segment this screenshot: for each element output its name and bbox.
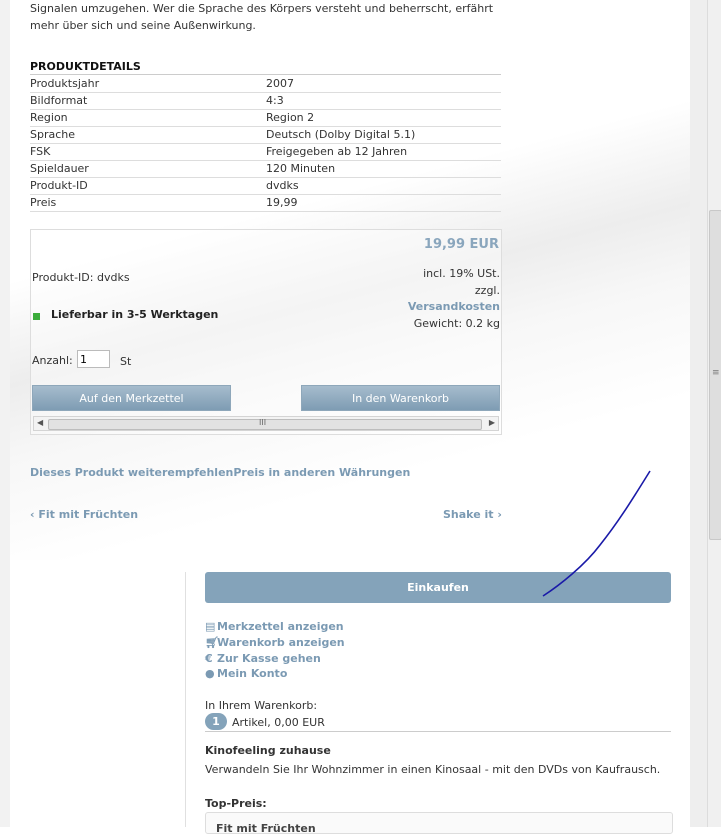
details-value: Deutsch (Dolby Digital 5.1) — [266, 126, 501, 144]
details-key: Bildformat — [30, 92, 266, 110]
details-value: 120 Minuten — [266, 160, 501, 178]
details-row: Produkt-ID dvdks — [30, 177, 501, 195]
details-key: Produktsjahr — [30, 76, 266, 93]
scroll-left-arrow-icon[interactable]: ◀ — [37, 418, 43, 427]
user-icon: ● — [205, 667, 215, 680]
sidebar-item-label: Merkzettel anzeigen — [217, 620, 344, 633]
details-row: Bildformat 4:3 — [30, 92, 501, 110]
details-value: Region 2 — [266, 109, 501, 127]
details-value: Freigegeben ab 12 Jahren — [266, 143, 501, 161]
buy-box: 19,99 EUR Produkt-ID: dvdks incl. 19% US… — [30, 229, 502, 435]
vertical-scrollbar[interactable]: ≡ — [707, 0, 721, 827]
details-key: Preis — [30, 194, 266, 212]
cart-count-badge: 1 — [205, 713, 227, 730]
pen-annotation-stroke — [542, 470, 651, 597]
currencies-link[interactable]: Preis in anderen Währungen — [233, 466, 410, 479]
wishlist-icon: ▤ — [205, 620, 216, 633]
details-row: Region Region 2 — [30, 109, 501, 127]
quantity-unit: St — [120, 355, 132, 368]
details-row: FSK Freigegeben ab 12 Jahren — [30, 143, 501, 161]
details-key: Region — [30, 109, 266, 127]
details-heading: PRODUKTDETAILS — [30, 60, 501, 75]
details-value: 4:3 — [266, 92, 501, 110]
add-to-wishlist-button[interactable]: Auf den Merkzettel — [32, 385, 231, 411]
cart-icon: 🛒︎ — [205, 636, 219, 649]
sidebar-item-label: Warenkorb anzeigen — [217, 636, 345, 649]
details-key: Spieldauer — [30, 160, 266, 178]
quantity-input[interactable] — [77, 350, 110, 368]
euro-icon: € — [205, 652, 213, 665]
shipping-costs-link[interactable]: Versandkosten — [408, 300, 500, 313]
promo-title: Kinofeeling zuhause — [205, 744, 331, 757]
availability: Lieferbar in 3-5 Werktagen — [51, 308, 219, 321]
tax-info: incl. 19% USt. zzgl. — [423, 265, 500, 299]
details-row: Produktsjahr 2007 — [30, 76, 501, 93]
weight: Gewicht: 0.2 kg — [413, 317, 500, 330]
sidebar-item-checkout[interactable]: € Zur Kasse gehen — [205, 652, 321, 665]
promo-text: Verwandeln Sie Ihr Wohnzimmer in einen K… — [205, 763, 661, 776]
tax-text: incl. 19% USt. — [423, 267, 500, 280]
horizontal-scrollbar-thumb[interactable]: III — [48, 418, 482, 430]
top-price-title: Top-Preis: — [205, 797, 267, 810]
details-value: 2007 — [266, 76, 501, 93]
availability-status-icon — [33, 313, 40, 320]
details-table: Produktsjahr 2007 Bildformat 4:3 Region Regio… — [30, 76, 501, 212]
quantity-label: Anzahl: — [32, 354, 73, 367]
scrollbar-grip-icon: ≡ — [712, 368, 720, 378]
scroll-right-arrow-icon[interactable]: ▶ — [489, 418, 495, 427]
sidebar-item-cart[interactable]: 🛒︎Warenkorb anzeigen — [205, 636, 345, 649]
cart-label: In Ihrem Warenkorb: — [205, 699, 318, 712]
top-price-box[interactable]: Fit mit Früchten — [205, 812, 673, 835]
sidebar-divider — [185, 572, 186, 827]
product-actions: Dieses Produkt weiterempfehlenPreis in a… — [30, 466, 410, 479]
page-left-border — [0, 0, 10, 827]
page-right-border — [690, 0, 707, 827]
previous-product-link[interactable]: ‹ Fit mit Früchten — [30, 508, 138, 521]
details-row: Spieldauer 120 Minuten — [30, 160, 501, 178]
sidebar-item-label: Mein Konto — [217, 667, 288, 680]
details-value: 19,99 — [266, 194, 501, 212]
product-description: Signalen umzugehen. Wer die Sprache des … — [30, 0, 500, 34]
zzgl-text: zzgl. — [474, 284, 500, 297]
sidebar-item-label: Zur Kasse gehen — [217, 652, 321, 665]
price: 19,99 EUR — [423, 237, 499, 252]
description-line: Signalen umzugehen. Wer die Sprache des … — [30, 2, 494, 15]
sidebar-item-account[interactable]: ● Mein Konto — [205, 667, 287, 680]
add-to-cart-button[interactable]: In den Warenkorb — [301, 385, 500, 411]
details-key: Sprache — [30, 126, 266, 144]
product-id: Produkt-ID: dvdks — [32, 271, 130, 284]
scrollbar-grip: III — [259, 418, 267, 427]
divider — [205, 731, 671, 732]
details-key: Produkt-ID — [30, 177, 266, 195]
recommend-link[interactable]: Dieses Produkt weiterempfehlen — [30, 466, 233, 479]
description-line: mehr über sich und seine Außenwirkung. — [30, 19, 256, 32]
details-row: Preis 19,99 — [30, 194, 501, 212]
details-value: dvdks — [266, 177, 501, 195]
cart-summary: Artikel, 0,00 EUR — [232, 716, 325, 729]
details-row: Sprache Deutsch (Dolby Digital 5.1) — [30, 126, 501, 144]
scrollbar-thumb[interactable]: ≡ — [709, 210, 721, 540]
horizontal-scrollbar[interactable]: ◀ III ▶ — [33, 416, 499, 431]
next-product-link[interactable]: Shake it › — [443, 508, 502, 521]
top-price-item[interactable]: Fit mit Früchten — [216, 822, 316, 835]
details-key: FSK — [30, 143, 266, 161]
sidebar-item-wishlist[interactable]: ▤ Merkzettel anzeigen — [205, 620, 344, 633]
